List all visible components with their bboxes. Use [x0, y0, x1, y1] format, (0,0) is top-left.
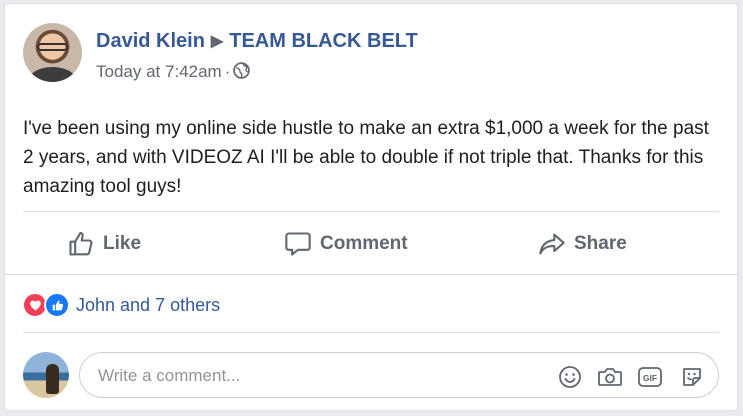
- like-button[interactable]: Like: [67, 229, 141, 259]
- group-name-link[interactable]: TEAM BLACK BELT: [229, 30, 418, 52]
- share-button[interactable]: Share: [538, 229, 627, 259]
- comment-composer: GIF: [23, 350, 719, 400]
- meta-dot: ·: [224, 62, 231, 81]
- emoji-icon[interactable]: [557, 364, 583, 390]
- comment-input[interactable]: [96, 364, 520, 388]
- comment-bubble-icon: [285, 232, 311, 256]
- action-bar: Like Comment Share: [5, 215, 737, 273]
- camera-icon[interactable]: [597, 364, 623, 390]
- thumbs-up-reaction-icon: [44, 292, 70, 318]
- globe-icon[interactable]: [233, 62, 251, 84]
- comments-divider: [23, 332, 719, 333]
- reaction-summary[interactable]: John and 7 others: [22, 292, 220, 318]
- avatar-glasses: [37, 43, 68, 51]
- like-label: Like: [103, 233, 142, 254]
- post-meta: Today at 7:42am ·: [96, 62, 251, 84]
- post-title-line: David Klein ▶ TEAM BLACK BELT: [96, 30, 418, 53]
- post-card: David Klein ▶ TEAM BLACK BELT Today at 7:4…: [4, 3, 738, 411]
- reaction-count-text[interactable]: John and 7 others: [76, 295, 220, 316]
- post-timestamp[interactable]: Today at 7:42am: [96, 62, 222, 81]
- avatar-shirt: [29, 67, 76, 82]
- share-label: Share: [574, 233, 627, 254]
- author-avatar[interactable]: [23, 23, 82, 82]
- svg-text:GIF: GIF: [643, 373, 657, 383]
- post-body-text: I've been using my online side hustle to…: [23, 118, 709, 197]
- comment-box[interactable]: GIF: [79, 352, 719, 398]
- share-arrow-icon: [539, 233, 565, 255]
- comment-label: Comment: [320, 233, 408, 254]
- sticker-icon[interactable]: [679, 364, 705, 390]
- section-divider: [5, 274, 737, 275]
- group-separator-icon: ▶: [210, 33, 224, 50]
- thumbs-up-icon: [69, 231, 93, 256]
- comment-button[interactable]: Comment: [284, 229, 408, 259]
- post-divider: [23, 211, 719, 212]
- avatar-person: [46, 364, 59, 394]
- current-user-avatar[interactable]: [23, 352, 69, 398]
- author-name-link[interactable]: David Klein: [96, 30, 205, 52]
- gif-icon[interactable]: GIF: [637, 364, 663, 390]
